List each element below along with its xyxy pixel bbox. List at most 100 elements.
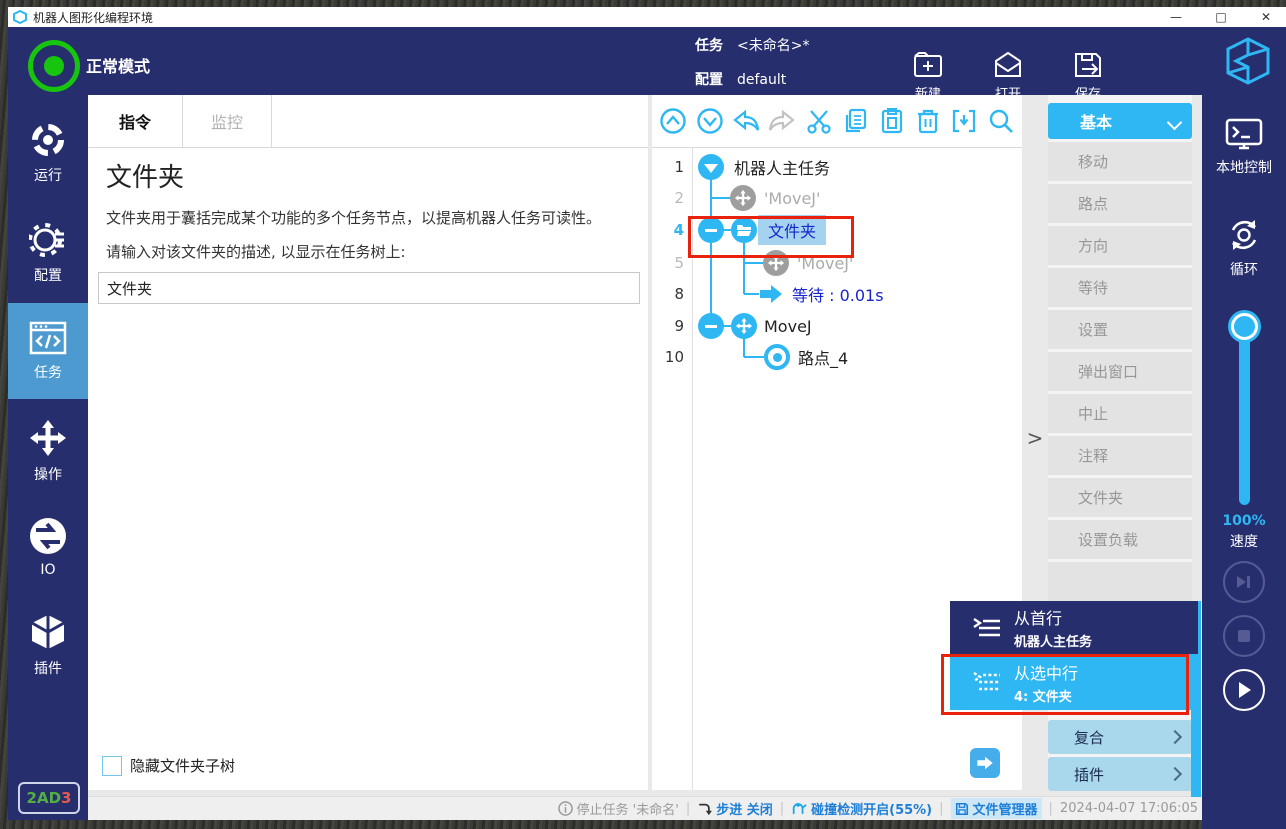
step-button[interactable] [1223, 561, 1265, 603]
window-title-bar: 机器人图形化编程环境 — □ ✕ [8, 7, 1286, 27]
mode-indicator-icon [28, 40, 80, 92]
command-group-label: 插件 [1074, 764, 1104, 785]
popup-item-from-first-line[interactable]: 从首行机器人主任务 [950, 601, 1198, 654]
speed-slider-thumb[interactable] [1231, 313, 1258, 340]
config-value: default [737, 72, 786, 88]
tree-row-number: 1 [652, 158, 684, 176]
folder-description: 文件夹用于囊括完成某个功能的多个任务节点，以提高机器人任务可读性。 [106, 207, 601, 228]
code-window-icon [28, 320, 68, 356]
step-mode-status[interactable]: 步进 关闭 [697, 799, 773, 818]
tree-row-waypoint[interactable]: 10 路点_4 [652, 341, 1022, 373]
tree-row-label: 'MoveJ' [797, 254, 853, 273]
move-node-icon [731, 313, 757, 339]
tab-instruction[interactable]: 指令 [88, 95, 183, 147]
sidebar-item-label: 操作 [34, 464, 62, 484]
folder-name-input[interactable] [98, 272, 640, 304]
stop-button[interactable] [1223, 615, 1265, 657]
waypoint-icon [764, 344, 790, 370]
command-set[interactable]: 设置 [1048, 310, 1192, 349]
folder-node-icon [731, 217, 757, 243]
tree-row-main-task[interactable]: 1 机器人主任务 [652, 151, 1022, 183]
tab-monitor[interactable]: 监控 [183, 95, 272, 147]
popup-item-subtitle: 机器人主任务 [1014, 631, 1092, 650]
sidebar-item-run[interactable]: 运行 [8, 105, 88, 201]
sidebar-item-config[interactable]: 配置 [8, 205, 88, 301]
sidebar-item-io[interactable]: IO [8, 499, 88, 595]
minimize-button[interactable]: — [1161, 7, 1191, 27]
popup-item-title: 从选中行 [1014, 660, 1078, 684]
loop-button[interactable]: 循环 [1202, 215, 1286, 279]
chevron-right-icon [1168, 730, 1182, 744]
stop-task-status: 停止任务 '未命名' [558, 799, 679, 818]
tree-row-folder-selected[interactable]: 4 文件夹 [652, 214, 1022, 246]
tree-row-number: 8 [652, 285, 684, 303]
insert-arrow-button[interactable] [970, 748, 1000, 778]
tree-row-label: 等待 : 0.01s [792, 282, 884, 306]
tree-row-number: 9 [652, 317, 684, 335]
new-folder-icon [912, 51, 944, 79]
collision-status[interactable]: 碰撞检测开启(55%) [791, 799, 932, 818]
collision-text: 碰撞检测开启(55%) [811, 799, 932, 818]
command-waypoint[interactable]: 路点 [1048, 184, 1192, 223]
panel-collapse-handle[interactable]: > [1026, 420, 1044, 456]
move-arrows-icon [28, 418, 68, 458]
chevron-right-icon [1168, 767, 1182, 781]
from-selected-line-icon [972, 669, 1002, 695]
tree-row-label: 路点_4 [798, 345, 848, 369]
command-popup[interactable]: 弹出窗口 [1048, 352, 1192, 391]
tree-row-movej[interactable]: 9 MoveJ [652, 310, 1022, 342]
command-wait[interactable]: 等待 [1048, 268, 1192, 307]
maximize-button[interactable]: □ [1206, 7, 1236, 27]
app-icon [13, 10, 27, 24]
tree-row-number: 4 [652, 221, 684, 239]
collision-icon [791, 801, 807, 816]
sidebar-item-task[interactable]: 任务 [8, 303, 88, 399]
play-icon [1236, 681, 1252, 699]
command-move[interactable]: 移动 [1048, 142, 1192, 181]
command-comment[interactable]: 注释 [1048, 436, 1192, 475]
sidebar-item-label: 运行 [34, 165, 62, 185]
command-folder[interactable]: 文件夹 [1048, 478, 1192, 517]
command-direction[interactable]: 方向 [1048, 226, 1192, 265]
hide-subtree-checkbox-row[interactable]: 隐藏文件夹子树 [102, 755, 235, 776]
play-button[interactable] [1223, 669, 1265, 711]
popup-item-from-selected-line[interactable]: 从选中行4: 文件夹 [950, 654, 1198, 710]
command-abort[interactable]: 中止 [1048, 394, 1192, 433]
command-extra[interactable] [1048, 562, 1192, 601]
tree-row-wait[interactable]: 8 等待 : 0.01s [652, 278, 1022, 310]
command-payload[interactable]: 设置负载 [1048, 520, 1192, 559]
tree-row-label: 文件夹 [758, 215, 826, 245]
collapse-minus-icon[interactable] [698, 217, 724, 243]
sidebar-item-operate[interactable]: 操作 [8, 403, 88, 499]
stop-task-text: 停止任务 '未命名' [577, 799, 679, 818]
sidebar-item-label: 插件 [34, 658, 62, 678]
tree-row-movej-disabled-2[interactable]: 5 'MoveJ' [652, 247, 1022, 279]
close-button[interactable]: ✕ [1251, 7, 1281, 27]
command-group-plugin[interactable]: 插件 [1048, 757, 1192, 791]
checkbox-unchecked-icon[interactable] [102, 756, 122, 776]
tree-row-movej-disabled[interactable]: 2 'MoveJ' [652, 182, 1022, 214]
tree-row-number: 10 [652, 348, 684, 366]
sidebar-item-plugin[interactable]: 插件 [8, 597, 88, 693]
collapse-minus-icon[interactable] [698, 313, 724, 339]
terminal-icon [1224, 117, 1264, 151]
command-group-basic[interactable]: 基本 [1048, 103, 1192, 139]
popup-item-title: 从首行 [1014, 605, 1092, 629]
mode-label: 正常模式 [86, 53, 150, 77]
speed-slider-track[interactable] [1239, 333, 1250, 505]
local-control-label: 本地控制 [1216, 157, 1272, 177]
badge-green-text: 2AD [27, 789, 62, 807]
local-control-button[interactable]: 本地控制 [1202, 117, 1286, 177]
from-first-line-icon [972, 615, 1002, 641]
sidebar-item-label: 任务 [34, 362, 62, 382]
step-icon [697, 802, 712, 816]
loop-label: 循环 [1230, 259, 1258, 279]
file-manager-button[interactable]: 文件管理器 [951, 798, 1042, 819]
cube-icon [28, 612, 68, 652]
command-group-composite[interactable]: 复合 [1048, 720, 1192, 754]
loop-icon [1224, 215, 1264, 255]
app-header: 正常模式 任务<未命名>* 配置default 新建 打开 保存 [8, 27, 1286, 95]
collapse-icon[interactable] [698, 154, 724, 180]
file-manager-icon [955, 802, 969, 816]
window-title: 机器人图形化编程环境 [33, 9, 153, 26]
